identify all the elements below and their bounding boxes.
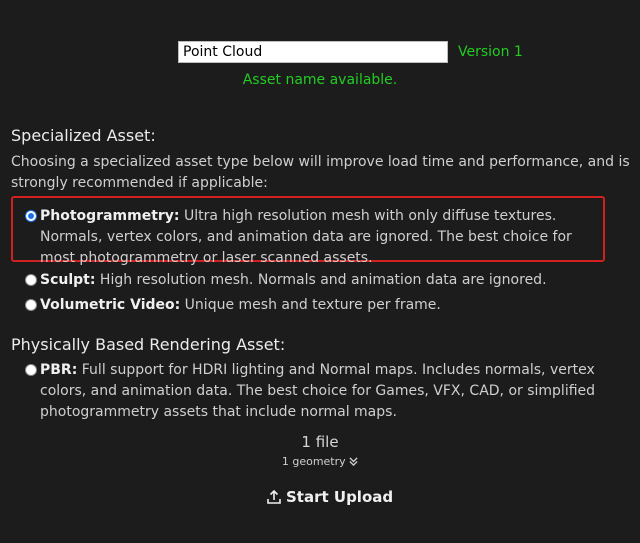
version-label: Version 1 xyxy=(458,44,523,60)
chevron-double-down-icon[interactable] xyxy=(349,457,358,467)
option-pbr[interactable]: PBR: Full support for HDRI lighting and … xyxy=(25,360,630,423)
pbr-asset-heading: Physically Based Rendering Asset: xyxy=(11,335,286,354)
option-text: Unique mesh and texture per frame. xyxy=(180,297,441,313)
option-label: Volumetric Video: xyxy=(40,297,181,313)
file-count: 1 file xyxy=(301,433,339,451)
radio-pbr[interactable] xyxy=(25,364,37,376)
name-availability-status: Asset name available. xyxy=(242,72,398,88)
option-label: Sculpt: xyxy=(40,272,96,288)
radio-volumetric-video[interactable] xyxy=(25,299,37,311)
option-text: Full support for HDRI lighting and Norma… xyxy=(40,362,596,420)
asset-name-row: Version 1 xyxy=(178,41,523,63)
option-sculpt[interactable]: Sculpt: High resolution mesh. Normals an… xyxy=(25,270,620,291)
specialized-asset-heading: Specialized Asset: xyxy=(11,126,156,145)
option-volumetric-video[interactable]: Volumetric Video: Unique mesh and textur… xyxy=(25,295,620,316)
start-upload-button[interactable]: Start Upload xyxy=(266,488,393,506)
option-text: High resolution mesh. Normals and animat… xyxy=(95,272,547,288)
specialized-asset-description: Choosing a specialized asset type below … xyxy=(11,154,630,191)
upload-icon xyxy=(267,489,281,504)
radio-photogrammetry[interactable] xyxy=(25,210,37,222)
start-upload-label: Start Upload xyxy=(286,488,394,506)
option-label: Photogrammetry: xyxy=(40,208,180,224)
geometry-count-label: 1 geometry xyxy=(281,455,346,468)
radio-sculpt[interactable] xyxy=(25,274,37,286)
option-label: PBR: xyxy=(40,362,78,378)
asset-name-input[interactable] xyxy=(178,41,448,63)
geometry-count[interactable]: 1 geometry xyxy=(0,455,640,468)
option-photogrammetry[interactable]: Photogrammetry: Ultra high resolution me… xyxy=(25,206,600,269)
